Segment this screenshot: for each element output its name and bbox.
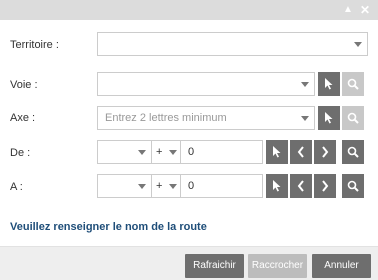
search-icon [347, 112, 359, 124]
cursor-icon [325, 78, 333, 90]
voie-label: Voie : [10, 79, 38, 91]
axe-placeholder: Entrez 2 lettres minimum [105, 112, 227, 124]
voie-pick-button[interactable] [318, 72, 340, 96]
triangle-up-icon[interactable]: ▲ [340, 0, 356, 20]
cancel-button[interactable]: Annuler [312, 254, 371, 278]
de-number-input[interactable]: 0 [180, 140, 263, 164]
a-next-button[interactable] [314, 174, 336, 198]
chevron-down-icon [138, 184, 146, 189]
a-label: A : [10, 181, 23, 193]
cursor-icon [273, 146, 281, 158]
voie-search-button[interactable] [342, 72, 364, 96]
a-search-button[interactable] [342, 174, 364, 198]
axe-search-button[interactable] [342, 106, 364, 130]
axe-input[interactable]: Entrez 2 lettres minimum [97, 106, 315, 130]
a-previous-button[interactable] [290, 174, 312, 198]
search-icon [347, 146, 359, 158]
search-icon [347, 180, 359, 192]
chevron-down-icon [169, 150, 177, 155]
de-sign-select[interactable]: + [151, 140, 181, 164]
de-number-value: 0 [188, 146, 195, 158]
chevron-down-icon [354, 42, 362, 47]
de-pick-button[interactable] [266, 140, 288, 164]
cursor-icon [273, 180, 281, 192]
de-select[interactable] [97, 140, 152, 164]
a-pick-button[interactable] [266, 174, 288, 198]
a-select[interactable] [97, 174, 152, 198]
window-title-bar: ▲ ✕ [0, 0, 378, 20]
chevron-down-icon [169, 184, 177, 189]
de-next-button[interactable] [314, 140, 336, 164]
territoire-label: Territoire : [10, 39, 59, 51]
chevron-down-icon [301, 116, 309, 121]
refresh-button[interactable]: Rafraichir [185, 254, 244, 278]
close-icon[interactable]: ✕ [357, 0, 373, 20]
search-icon [347, 78, 359, 90]
chevron-down-icon [138, 150, 146, 155]
chevron-right-icon [322, 146, 329, 158]
dialog-footer: Rafraichir Raccrocher Annuler [0, 246, 378, 280]
axe-label: Axe : [10, 112, 36, 124]
chevron-left-icon [297, 146, 304, 158]
validation-message: Veuillez renseigner le nom de la route [10, 221, 207, 233]
a-sign-value: + [156, 180, 163, 192]
de-sign-value: + [156, 146, 163, 158]
a-number-input[interactable]: 0 [180, 174, 263, 198]
chevron-right-icon [322, 180, 329, 192]
territoire-select[interactable] [97, 32, 368, 56]
cursor-icon [325, 112, 333, 124]
voie-select[interactable] [97, 72, 315, 96]
attach-button[interactable]: Raccrocher [248, 254, 307, 278]
de-label: De : [10, 147, 31, 159]
de-previous-button[interactable] [290, 140, 312, 164]
axe-pick-button[interactable] [318, 106, 340, 130]
de-search-button[interactable] [342, 140, 364, 164]
chevron-left-icon [297, 180, 304, 192]
a-number-value: 0 [188, 180, 195, 192]
a-sign-select[interactable]: + [151, 174, 181, 198]
chevron-down-icon [301, 82, 309, 87]
